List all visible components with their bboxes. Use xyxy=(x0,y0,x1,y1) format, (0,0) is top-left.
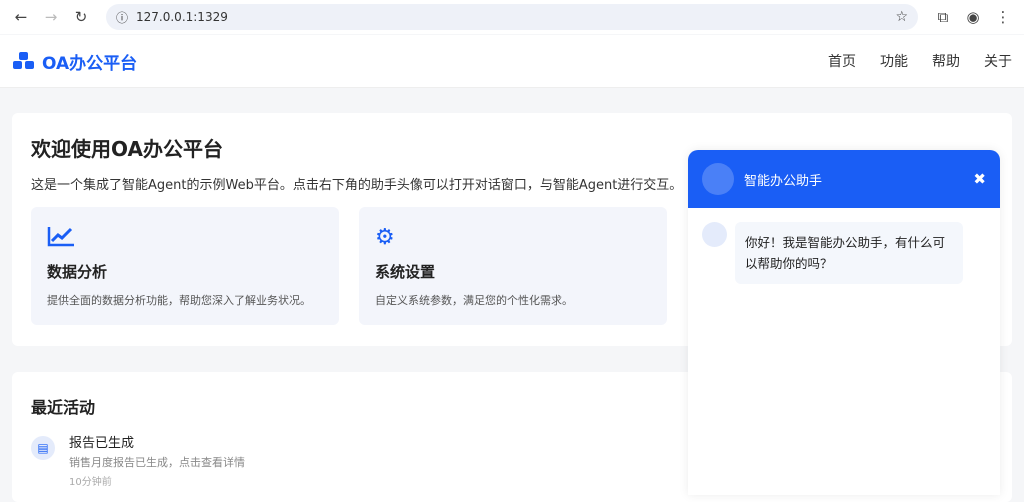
logo-text: OA办公平台 xyxy=(42,53,138,74)
profile-icon[interactable]: ◉ xyxy=(960,8,986,26)
activity-item-title: 报告已生成 xyxy=(69,436,135,451)
back-icon[interactable]: ← xyxy=(8,8,34,26)
nav-features[interactable]: 功能 xyxy=(880,51,908,71)
menu-icon[interactable]: ⋮ xyxy=(990,8,1016,26)
chat-message: 你好！我是智能办公助手，有什么可以帮助你的吗？ xyxy=(688,208,1000,298)
cubes-icon xyxy=(13,52,34,69)
feature-title: 数据分析 xyxy=(47,263,108,281)
bookmark-star-icon[interactable]: ☆ xyxy=(895,9,908,25)
chat-window: 智能办公助手 ✖ 你好！我是智能办公助手，有什么可以帮助你的吗？ xyxy=(688,150,1000,495)
browser-toolbar: ← → ↻ ⓘ 127.0.0.1:1329 ☆ ⧉ ◉ ⋮ xyxy=(0,0,1024,34)
feature-card-data-analysis[interactable]: 数据分析 提供全面的数据分析功能，帮助您深入了解业务状况。 xyxy=(31,207,339,325)
feature-card-system-settings[interactable]: ⚙ 系统设置 自定义系统参数，满足您的个性化需求。 xyxy=(359,207,667,325)
app-header: OA办公平台 首页 功能 帮助 关于 xyxy=(0,35,1024,88)
close-icon[interactable]: ✖ xyxy=(973,170,986,188)
info-icon[interactable]: ⓘ xyxy=(116,9,128,26)
extensions-icon[interactable]: ⧉ xyxy=(930,8,956,26)
nav-about[interactable]: 关于 xyxy=(984,51,1012,71)
address-bar[interactable]: ⓘ 127.0.0.1:1329 ☆ xyxy=(106,4,918,30)
forward-icon[interactable]: → xyxy=(38,8,64,26)
reload-icon[interactable]: ↻ xyxy=(68,8,94,26)
chat-title: 智能办公助手 xyxy=(744,173,823,189)
chart-line-icon xyxy=(47,225,323,253)
gear-icon: ⚙ xyxy=(375,225,395,250)
message-bubble: 你好！我是智能办公助手，有什么可以帮助你的吗？ xyxy=(735,222,963,284)
main-nav: 首页 功能 帮助 关于 xyxy=(828,51,1012,71)
logo[interactable]: OA办公平台 xyxy=(12,49,137,74)
assistant-avatar xyxy=(702,222,727,247)
url-text: 127.0.0.1:1329 xyxy=(136,10,228,24)
assistant-avatar xyxy=(702,163,734,195)
nav-home[interactable]: 首页 xyxy=(828,51,856,71)
nav-help[interactable]: 帮助 xyxy=(932,51,960,71)
activity-item-time: 10分钟前 xyxy=(69,477,112,488)
feature-desc: 提供全面的数据分析功能，帮助您深入了解业务状况。 xyxy=(47,294,311,307)
feature-desc: 自定义系统参数，满足您的个性化需求。 xyxy=(375,294,573,307)
document-icon: ▤ xyxy=(31,436,55,460)
chat-header: 智能办公助手 ✖ xyxy=(688,150,1000,208)
activity-item-desc: 销售月度报告已生成，点击查看详情 xyxy=(69,456,245,469)
feature-title: 系统设置 xyxy=(375,263,436,281)
